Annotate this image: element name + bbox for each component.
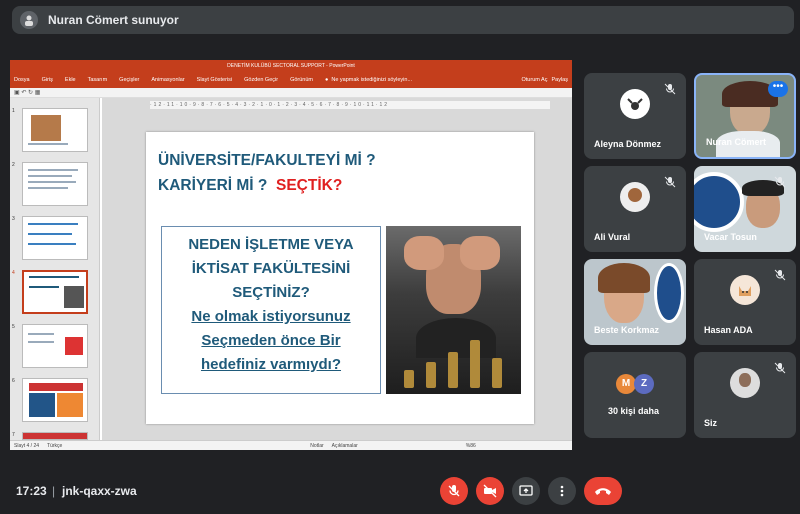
avatar (620, 181, 650, 212)
mic-off-icon (662, 81, 678, 97)
slide-editor: ·12·11·10·9·8·7·6·5·4·3·2·1·0·1·2·3·4·5·… (102, 98, 572, 440)
more-options-button[interactable] (548, 477, 576, 505)
save-icon[interactable]: ▣ (14, 90, 20, 96)
participant-tile[interactable]: Vacar Tosun (694, 166, 796, 252)
more-options-icon[interactable]: ••• (768, 81, 788, 97)
ppt-tab-animasyonlar[interactable]: Animasyonlar (151, 77, 184, 83)
mic-off-icon (772, 267, 788, 283)
participant-badge: M (616, 374, 636, 394)
ppt-tab-slayt-gosterisi[interactable]: Slayt Gösterisi (197, 77, 232, 83)
participant-name: Nuran Cömert (706, 137, 767, 147)
meeting-controls-bar: 17:23 | jnk-qaxx-zwa (0, 470, 800, 514)
meeting-code: jnk-qaxx-zwa (62, 484, 137, 498)
more-vert-icon (560, 485, 564, 497)
ppt-share[interactable]: Paylaş (551, 77, 568, 83)
shared-screen: DENETİM KULÜBÜ SECTORAL SUPPORT - PowerP… (10, 60, 572, 450)
mic-off-icon (772, 174, 788, 190)
thumb-number: 5 (12, 324, 15, 330)
ppt-tab-giris[interactable]: Giriş (42, 77, 53, 83)
participant-name: Vacar Tosun (704, 232, 757, 242)
mic-toggle-button[interactable] (440, 477, 468, 505)
thumb-number: 6 (12, 378, 15, 384)
participant-name: Beste Korkmaz (594, 325, 660, 335)
participant-name: Hasan ADA (704, 325, 753, 335)
presenter-text: Nuran Cömert sunuyor (48, 13, 179, 27)
participant-tile-presenter[interactable]: ••• Nuran Cömert (694, 73, 796, 159)
ppt-sign-in[interactable]: Oturum Aç (522, 77, 548, 83)
ppt-tab-gorunum[interactable]: Görünüm (290, 77, 313, 83)
camera-toggle-button[interactable] (476, 477, 504, 505)
slide-thumbnail-selected[interactable] (22, 270, 88, 314)
thumb-number: 4 (12, 270, 15, 276)
slide-thumbnail[interactable] (22, 324, 88, 368)
comments-button[interactable]: Açıklamalar (332, 441, 358, 450)
current-slide: ÜNİVERSİTE/FAKULTEYİ Mİ ? KARİYERİ Mİ ? … (146, 132, 534, 424)
slide-thumbnail[interactable] (22, 432, 88, 440)
participant-name: Aleyna Dönmez (594, 139, 662, 149)
slide-thumbnail-pane: 1 2 3 4 5 6 7 (10, 98, 100, 440)
separator: | (52, 484, 56, 498)
leave-call-button[interactable] (584, 477, 622, 505)
slide-thumbnail[interactable] (22, 162, 88, 206)
more-participants-tile[interactable]: M Z 30 kişi daha (584, 352, 686, 438)
video-feed (694, 172, 744, 232)
ppt-tell-me[interactable]: Ne yapmak istediğinizi söyleyin... (331, 77, 412, 83)
mic-off-icon (448, 485, 460, 497)
participant-tile[interactable]: Ali Vural (584, 166, 686, 252)
undo-icon[interactable]: ↶ (21, 90, 26, 96)
camera-off-icon (483, 484, 497, 498)
self-tile[interactable]: Siz (694, 352, 796, 438)
stressed-man-photo (386, 226, 521, 394)
ruler: ·12·11·10·9·8·7·6·5·4·3·2·1·0·1·2·3·4·5·… (150, 101, 550, 109)
present-icon (519, 485, 533, 496)
quick-access-toolbar: ▣ ↶ ↻ ▦ (10, 88, 572, 98)
hang-up-icon (595, 488, 611, 495)
participant-badge: Z (634, 374, 654, 394)
question-box: NEDEN İŞLETME VEYA İKTİSAT FAKÜLTESİNİ S… (161, 226, 381, 394)
slide-thumbnail[interactable] (22, 216, 88, 260)
ppt-window-title: DENETİM KULÜBÜ SECTORAL SUPPORT - PowerP… (10, 60, 572, 72)
participant-tile[interactable]: Beste Korkmaz (584, 259, 686, 345)
ppt-tab-tasarim[interactable]: Tasarım (88, 77, 108, 83)
zoom-level[interactable]: %86 (466, 441, 476, 450)
slide-heading: ÜNİVERSİTE/FAKULTEYİ Mİ ? KARİYERİ Mİ ? … (158, 152, 376, 194)
ppt-ribbon-tabs: Dosya Giriş Ekle Tasarım Geçişler Animas… (10, 72, 572, 88)
mic-off-icon (662, 174, 678, 190)
avatar (730, 367, 760, 398)
present-icon[interactable]: ▦ (35, 90, 41, 96)
thumb-number: 7 (12, 432, 15, 438)
thumb-number: 3 (12, 216, 15, 222)
clock: 17:23 (16, 484, 47, 498)
avatar (730, 274, 760, 305)
participant-name: Siz (704, 418, 718, 428)
redo-icon[interactable]: ↻ (28, 90, 33, 96)
ppt-tab-dosya[interactable]: Dosya (14, 77, 30, 83)
participant-tile[interactable]: Aleyna Dönmez (584, 73, 686, 159)
more-participants-label: 30 kişi daha (608, 406, 660, 416)
participant-name: Ali Vural (594, 232, 631, 242)
presenter-bar: Nuran Cömert sunuyor (12, 6, 794, 34)
presenter-avatar (20, 11, 38, 29)
ppt-tab-gozden-gecir[interactable]: Gözden Geçir (244, 77, 278, 83)
ppt-tab-ekle[interactable]: Ekle (65, 77, 76, 83)
ppt-status-bar: Slayt 4 / 24 Türkçe Notlar Açıklamalar %… (10, 440, 572, 450)
lightbulb-icon: ● (325, 77, 329, 83)
notes-button[interactable]: Notlar (310, 441, 323, 450)
thumb-number: 2 (12, 162, 15, 168)
avatar (620, 88, 650, 119)
participant-tile[interactable]: Hasan ADA (694, 259, 796, 345)
present-screen-button[interactable] (512, 477, 540, 505)
mic-off-icon (772, 360, 788, 376)
slide-thumbnail[interactable] (22, 378, 88, 422)
thumb-number: 1 (12, 108, 15, 114)
ppt-tab-gecisler[interactable]: Geçişler (119, 77, 139, 83)
slide-thumbnail[interactable] (22, 108, 88, 152)
